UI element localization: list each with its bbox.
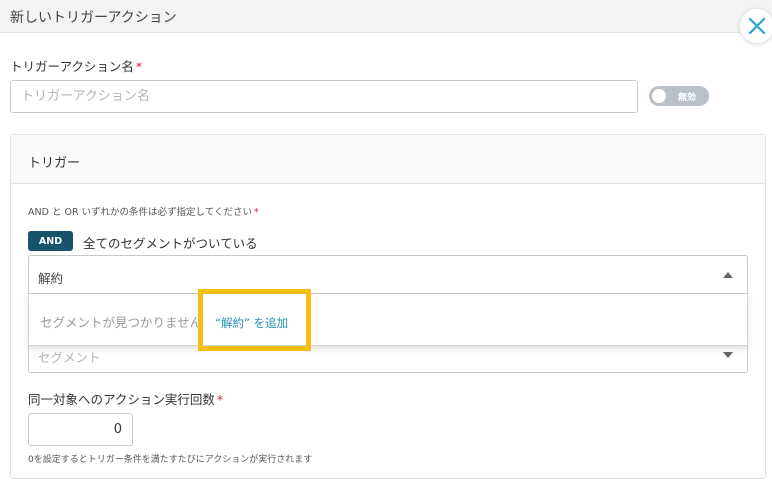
and-badge[interactable]: AND — [28, 231, 73, 251]
name-field-label: トリガーアクション名 * — [10, 56, 142, 75]
close-icon — [748, 17, 766, 35]
condition-hint: AND と OR いずれかの条件は必ず指定してください * — [28, 204, 259, 218]
segment-search-select[interactable]: 解約 — [28, 255, 748, 294]
add-segment-option[interactable]: “解約” を追加 — [215, 315, 288, 331]
required-mark: * — [135, 59, 143, 74]
trigger-panel-title: トリガー — [28, 156, 81, 171]
toggle-label: 無効 — [678, 93, 697, 103]
chevron-up-icon — [723, 272, 733, 278]
modal-header: 新しいトリガーアクション — [0, 0, 772, 33]
trigger-action-name-input[interactable] — [10, 80, 638, 113]
toggle-knob — [652, 89, 666, 103]
condition-hint-text: AND と OR いずれかの条件は必ず指定してください — [28, 207, 252, 218]
count-field-label-text: 同一対象へのアクション実行回数 — [28, 392, 215, 407]
trigger-panel-header: トリガー — [11, 135, 765, 184]
close-button[interactable] — [739, 8, 772, 44]
segment-dropdown: セグメントが見つかりません “解約” を追加 — [28, 294, 748, 346]
count-field-label: 同一対象へのアクション実行回数 * — [28, 389, 223, 408]
chevron-down-icon — [723, 352, 733, 358]
enable-toggle[interactable]: 無効 — [649, 86, 709, 106]
dropdown-empty-message: セグメントが見つかりません — [40, 315, 203, 330]
required-mark: * — [254, 207, 259, 218]
segment-select-placeholder: セグメント — [38, 350, 101, 365]
segment-search-value: 解約 — [38, 271, 64, 286]
modal-title: 新しいトリガーアクション — [10, 10, 177, 26]
required-mark: * — [216, 392, 224, 407]
count-field-hint: 0を設定するとトリガー条件を満たすたびにアクションが実行されます — [28, 455, 313, 465]
execution-count-input[interactable] — [28, 413, 133, 446]
and-condition-label: 全てのセグメントがついている — [83, 236, 258, 251]
name-field-label-text: トリガーアクション名 — [10, 59, 134, 74]
